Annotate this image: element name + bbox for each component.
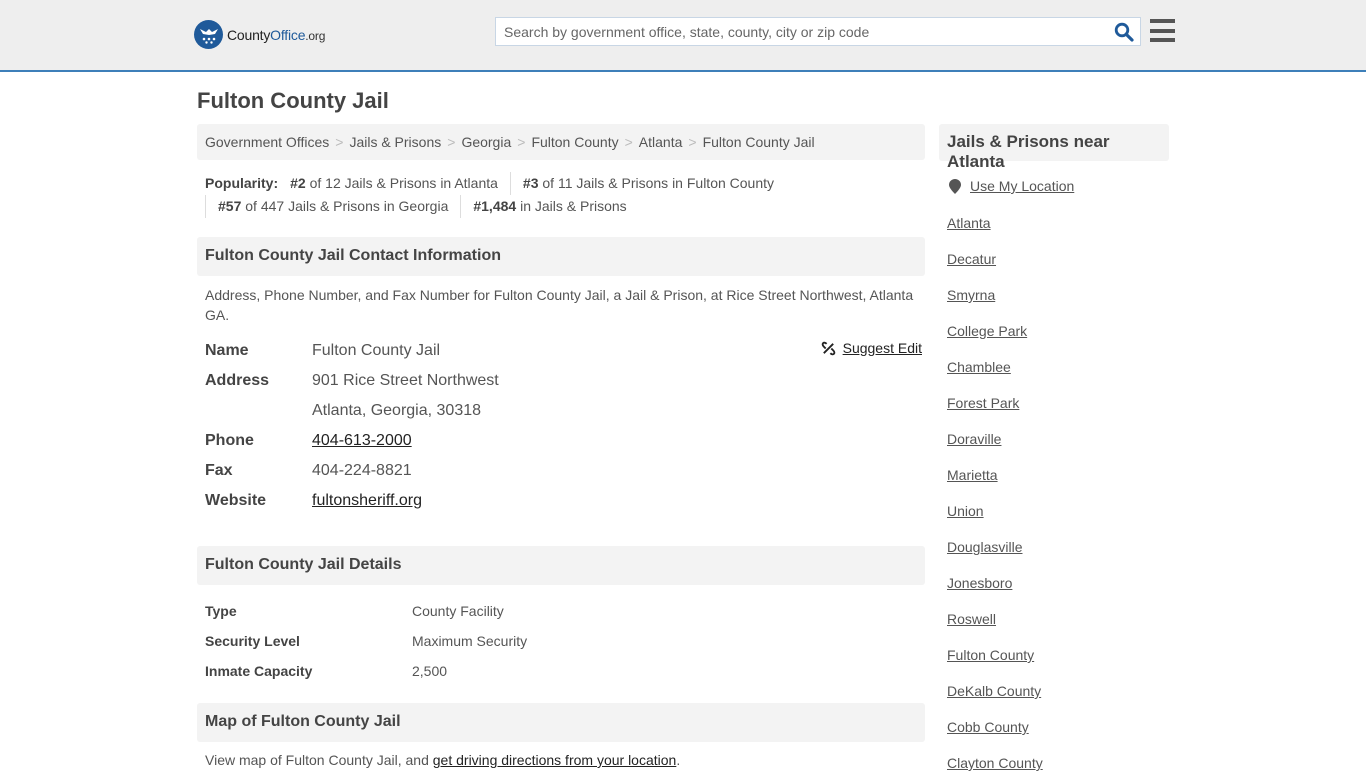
list-item: Roswell	[947, 601, 1043, 637]
popularity-rank-county: #3 of 11 Jails & Prisons in Fulton Count…	[509, 172, 786, 195]
nearby-link-dekalb-county[interactable]: DeKalb County	[947, 683, 1041, 699]
search-input[interactable]	[496, 18, 1096, 45]
popularity-label: Popularity:	[205, 175, 279, 191]
popularity-rankings: Popularity: #2 of 12 Jails & Prisons in …	[205, 172, 925, 218]
breadcrumb-jails-prisons[interactable]: Jails & Prisons	[349, 134, 441, 150]
contact-section-heading: Fulton County Jail Contact Information	[197, 237, 925, 276]
list-item: Douglasville	[947, 529, 1043, 565]
contact-row-website: Website fultonsheriff.org	[205, 492, 422, 509]
list-item: Chamblee	[947, 349, 1043, 385]
map-description: View map of Fulton County Jail, and get …	[205, 752, 681, 768]
list-item: Jonesboro	[947, 565, 1043, 601]
sidebar-heading: Jails & Prisons near Atlanta	[939, 124, 1169, 171]
nearby-link-doraville[interactable]: Doraville	[947, 431, 1001, 447]
list-item: Forest Park	[947, 385, 1043, 421]
breadcrumb-separator: >	[624, 134, 633, 150]
nearby-link-forest-park[interactable]: Forest Park	[947, 395, 1019, 411]
nearby-link-chamblee[interactable]: Chamblee	[947, 359, 1011, 375]
nearby-link-clayton-county[interactable]: Clayton County	[947, 755, 1043, 771]
popularity-rank-state: #57 of 447 Jails & Prisons in Georgia	[205, 195, 460, 218]
search-icon[interactable]	[1114, 22, 1134, 42]
list-item: Doraville	[947, 421, 1043, 457]
breadcrumb-georgia[interactable]: Georgia	[461, 134, 511, 150]
popularity-rank-city: #2 of 12 Jails & Prisons in Atlanta	[290, 175, 498, 191]
hamburger-menu-icon[interactable]	[1150, 19, 1175, 42]
phone-link[interactable]: 404-613-2000	[312, 432, 412, 449]
use-my-location-link[interactable]: Use My Location	[970, 178, 1074, 194]
breadcrumb-government-offices[interactable]: Government Offices	[205, 134, 329, 150]
contact-row-name: Name Fulton County Jail	[205, 342, 441, 359]
nearby-link-smyrna[interactable]: Smyrna	[947, 287, 995, 303]
details-section-heading: Fulton County Jail Details	[197, 546, 925, 585]
contact-row-address: Address 901 Rice Street Northwest	[205, 372, 499, 389]
list-item: Fulton County	[947, 637, 1043, 673]
breadcrumb-fulton-county[interactable]: Fulton County	[531, 134, 618, 150]
list-item: Atlanta	[947, 205, 1043, 241]
list-item: DeKalb County	[947, 673, 1043, 709]
contact-row-fax: Fax 404-224-8821	[205, 462, 412, 479]
popularity-rank-national: #1,484 in Jails & Prisons	[460, 195, 638, 218]
details-table: Type County Facility Security Level Maxi…	[205, 596, 925, 686]
details-row: Inmate Capacity 2,500	[205, 663, 448, 679]
logo-text: CountyOffice.org	[227, 26, 326, 43]
address-line-1: 901 Rice Street Northwest	[312, 372, 499, 389]
suggest-edit-button[interactable]: Suggest Edit	[821, 340, 922, 356]
map-section-heading: Map of Fulton County Jail	[197, 703, 925, 742]
details-row: Type County Facility	[205, 603, 504, 619]
nearby-places-list: Atlanta Decatur Smyrna College Park Cham…	[947, 205, 1043, 781]
nearby-link-atlanta[interactable]: Atlanta	[947, 215, 991, 231]
list-item: College Park	[947, 313, 1043, 349]
nearby-link-union[interactable]: Union	[947, 503, 984, 519]
breadcrumb-atlanta[interactable]: Atlanta	[639, 134, 683, 150]
breadcrumb-separator: >	[335, 134, 344, 150]
address-line-2: Atlanta, Georgia, 30318	[312, 402, 482, 419]
unlink-icon	[821, 341, 835, 355]
breadcrumb-separator: >	[517, 134, 526, 150]
fax-number: 404-224-8821	[312, 462, 412, 479]
nearby-link-college-park[interactable]: College Park	[947, 323, 1027, 339]
contact-intro: Address, Phone Number, and Fax Number fo…	[205, 287, 914, 323]
nearby-link-decatur[interactable]: Decatur	[947, 251, 996, 267]
list-item: Decatur	[947, 241, 1043, 277]
nearby-link-douglasville[interactable]: Douglasville	[947, 539, 1022, 555]
page-title: Fulton County Jail	[197, 88, 389, 113]
facility-name: Fulton County Jail	[312, 342, 441, 359]
eagle-logo-icon	[194, 20, 223, 49]
contact-row-phone: Phone 404-613-2000	[205, 432, 412, 449]
website-link[interactable]: fultonsheriff.org	[312, 492, 422, 509]
site-header: CountyOffice.org	[0, 0, 1366, 72]
nearby-link-marietta[interactable]: Marietta	[947, 467, 998, 483]
nearby-link-fulton-county[interactable]: Fulton County	[947, 647, 1034, 663]
contact-row-address-2: Atlanta, Georgia, 30318	[205, 396, 925, 426]
breadcrumb-separator: >	[447, 134, 456, 150]
breadcrumb-current: Fulton County Jail	[702, 134, 815, 150]
suggest-edit-link[interactable]: Suggest Edit	[843, 340, 922, 356]
breadcrumb: Government Offices > Jails & Prisons > Georg…	[197, 124, 925, 160]
driving-directions-link[interactable]: get driving directions from your locatio…	[433, 752, 677, 768]
breadcrumb-separator: >	[688, 134, 697, 150]
contact-info: Suggest Edit Name Fulton County Jail Add…	[205, 336, 925, 516]
use-my-location[interactable]: Use My Location	[949, 178, 1074, 194]
nearby-link-jonesboro[interactable]: Jonesboro	[947, 575, 1012, 591]
nearby-link-cobb-county[interactable]: Cobb County	[947, 719, 1029, 735]
details-row: Security Level Maximum Security	[205, 633, 528, 649]
list-item: Cobb County	[947, 709, 1043, 745]
search-box	[495, 17, 1141, 46]
map-marker-icon	[949, 178, 961, 194]
list-item: Marietta	[947, 457, 1043, 493]
list-item: Union	[947, 493, 1043, 529]
list-item: Clayton County	[947, 745, 1043, 781]
nearby-link-roswell[interactable]: Roswell	[947, 611, 996, 627]
site-logo[interactable]: CountyOffice.org	[194, 20, 325, 49]
list-item: Smyrna	[947, 277, 1043, 313]
